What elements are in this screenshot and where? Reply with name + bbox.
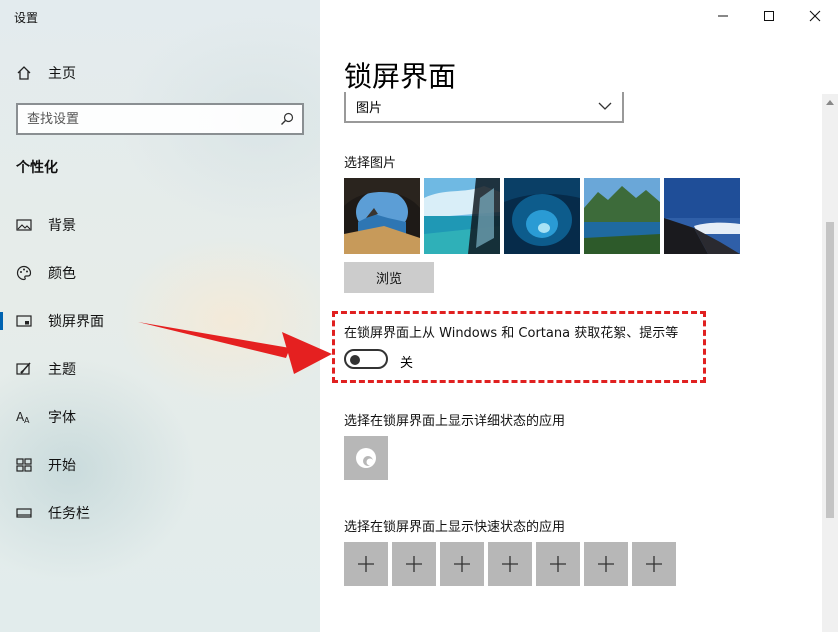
quick-status-slot[interactable]: [536, 542, 580, 586]
browse-button[interactable]: 浏览: [344, 262, 434, 293]
weather-icon: [356, 448, 376, 468]
fun-facts-label: 在锁屏界面上从 Windows 和 Cortana 获取花絮、提示等: [344, 326, 679, 341]
glass-window-thumbnail[interactable]: [424, 178, 500, 254]
detailed-status-app-button[interactable]: [344, 436, 388, 480]
minimize-icon: [718, 15, 728, 17]
main-panel: 锁屏界面 图片 选择图片 浏览 在锁屏界面上从 Windows 和 Cortan…: [320, 0, 838, 632]
section-title: 个性化: [16, 160, 58, 176]
sidebar-item-label: 字体: [48, 410, 76, 426]
mountain-clouds-thumbnail[interactable]: [664, 178, 740, 254]
sidebar-item-label: 背景: [48, 218, 76, 234]
lock-screen-icon: [16, 313, 32, 329]
fun-facts-toggle[interactable]: [344, 349, 388, 369]
sidebar-item-start[interactable]: 开始: [0, 448, 320, 482]
taskbar-icon: [16, 505, 32, 521]
plus-icon: [358, 556, 374, 572]
chevron-down-icon: [598, 102, 612, 110]
sidebar-item-taskbar[interactable]: 任务栏: [0, 496, 320, 530]
minimize-button[interactable]: [700, 0, 746, 32]
maximize-icon: [764, 11, 774, 21]
image-icon: [16, 217, 32, 233]
start-icon: [16, 457, 32, 473]
quick-status-slot[interactable]: [344, 542, 388, 586]
annotation-arrow-icon: [138, 322, 332, 374]
quick-status-slot[interactable]: [584, 542, 628, 586]
quick-status-row: [344, 542, 676, 586]
search-box[interactable]: [16, 103, 304, 135]
plus-icon: [406, 556, 422, 572]
sidebar-item-color[interactable]: 颜色: [0, 256, 320, 290]
quick-status-label: 选择在锁屏界面上显示快速状态的应用: [344, 520, 566, 535]
quick-status-slot[interactable]: [632, 542, 676, 586]
sidebar-item-background[interactable]: 背景: [0, 208, 320, 242]
nav-home[interactable]: 主页: [0, 56, 320, 90]
sidebar-item-label: 主题: [48, 362, 76, 378]
scrollbar-thumb[interactable]: [826, 222, 834, 518]
quick-status-slot[interactable]: [392, 542, 436, 586]
theme-icon: [16, 361, 32, 377]
app-title: 设置: [14, 11, 39, 25]
close-button[interactable]: [792, 0, 838, 32]
sea-cave-thumbnail[interactable]: [344, 178, 420, 254]
quick-status-slot[interactable]: [488, 542, 532, 586]
home-icon: [16, 65, 32, 81]
chevron-up-icon: [826, 100, 834, 105]
plus-icon: [550, 556, 566, 572]
search-input[interactable]: [18, 105, 268, 133]
maximize-button[interactable]: [746, 0, 792, 32]
background-select[interactable]: 图片: [344, 92, 624, 123]
sidebar-item-label: 颜色: [48, 266, 76, 282]
scrollbar[interactable]: [822, 94, 838, 632]
close-icon: [809, 10, 821, 22]
ice-cave-thumbnail[interactable]: [504, 178, 580, 254]
sidebar-item-label: 开始: [48, 458, 76, 474]
choose-picture-label: 选择图片: [344, 156, 397, 171]
quick-status-slot[interactable]: [440, 542, 484, 586]
sidebar-item-font[interactable]: AA 字体: [0, 400, 320, 434]
page-title: 锁屏界面: [344, 60, 457, 93]
plus-icon: [454, 556, 470, 572]
toggle-knob: [350, 355, 360, 365]
palette-icon: [16, 265, 32, 281]
detailed-status-label: 选择在锁屏界面上显示详细状态的应用: [344, 414, 566, 429]
svg-text:A: A: [24, 416, 30, 425]
sidebar-item-label: 锁屏界面: [48, 314, 104, 330]
scroll-up-button[interactable]: [822, 94, 838, 110]
background-select-value: 图片: [356, 101, 383, 116]
plus-icon: [598, 556, 614, 572]
sidebar: 设置 主页 个性化 背景 颜色 锁屏界面 主题 A: [0, 0, 320, 632]
plus-icon: [502, 556, 518, 572]
sidebar-item-label: 任务栏: [48, 506, 90, 522]
fun-facts-toggle-state: 关: [400, 356, 414, 371]
plus-icon: [646, 556, 662, 572]
mountain-lake-thumbnail[interactable]: [584, 178, 660, 254]
picture-thumbnails: [344, 178, 740, 254]
search-icon[interactable]: [280, 112, 294, 126]
font-icon: AA: [16, 409, 32, 425]
nav-home-label: 主页: [48, 66, 76, 82]
